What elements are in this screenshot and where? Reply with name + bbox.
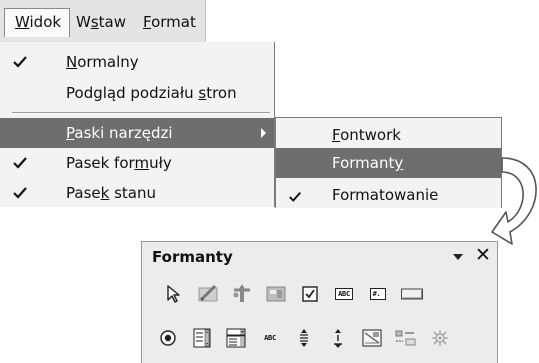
form-controls-toolbar: Formanty ✕ ABC #. ABC	[141, 241, 498, 363]
image-control-icon[interactable]	[358, 324, 386, 352]
toolbar-title: Formanty	[152, 248, 233, 266]
select-pointer-icon[interactable]	[160, 280, 188, 308]
menu-wstaw[interactable]: Wstaw	[76, 13, 126, 31]
control-wizards-icon[interactable]	[228, 280, 256, 308]
menu-item-normalny[interactable]: Normalny	[0, 47, 274, 77]
text-box-icon[interactable]: ABC	[330, 280, 358, 308]
view-menu-dropdown: Normalny Podgląd podziału stron Paski na…	[0, 42, 275, 207]
check-icon	[13, 157, 27, 169]
close-icon[interactable]: ✕	[475, 244, 491, 266]
toolbar-menu-icon[interactable]	[453, 254, 463, 260]
menu-item-pasek-formuly[interactable]: Pasek formuły	[0, 148, 274, 178]
submenu-item-fontwork[interactable]: Fontwork	[276, 120, 501, 150]
option-button-icon[interactable]	[154, 324, 182, 352]
form-design-icon[interactable]	[262, 280, 290, 308]
list-box-icon[interactable]	[188, 324, 216, 352]
menu-item-podglad-podzialu-stron[interactable]: Podgląd podziału stron	[0, 78, 274, 108]
check-icon	[13, 56, 27, 68]
design-mode-icon[interactable]	[194, 280, 222, 308]
check-icon	[13, 187, 27, 199]
check-icon	[289, 191, 301, 202]
menu-widok[interactable]: Widok	[4, 8, 71, 37]
submenu-item-formatowanie[interactable]: Formatowanie	[276, 180, 501, 208]
checkbox-icon[interactable]	[296, 280, 324, 308]
submenu-item-formanty[interactable]: Formanty	[276, 148, 501, 178]
menu-bar: Widok Wstaw Format	[0, 0, 206, 42]
label-field-icon[interactable]: ABC	[256, 324, 284, 352]
menu-item-paski-narzedzi[interactable]: Paski narzędzi	[0, 118, 274, 148]
spin-button-icon[interactable]	[324, 324, 352, 352]
push-button-icon[interactable]	[398, 280, 426, 308]
combo-box-icon[interactable]	[222, 324, 250, 352]
formatted-field-icon[interactable]: #.	[364, 280, 392, 308]
menu-format[interactable]: Format	[143, 13, 196, 31]
submenu-arrow-icon	[261, 128, 266, 138]
menu-separator	[12, 112, 270, 114]
numerical-field-icon[interactable]	[290, 324, 318, 352]
menu-item-pasek-stanu[interactable]: Pasek stanu	[0, 178, 274, 207]
more-controls-icon[interactable]	[392, 324, 420, 352]
toolbars-submenu: Fontwork Formanty Formatowanie	[275, 117, 502, 208]
form-navigator-icon[interactable]	[426, 324, 454, 352]
